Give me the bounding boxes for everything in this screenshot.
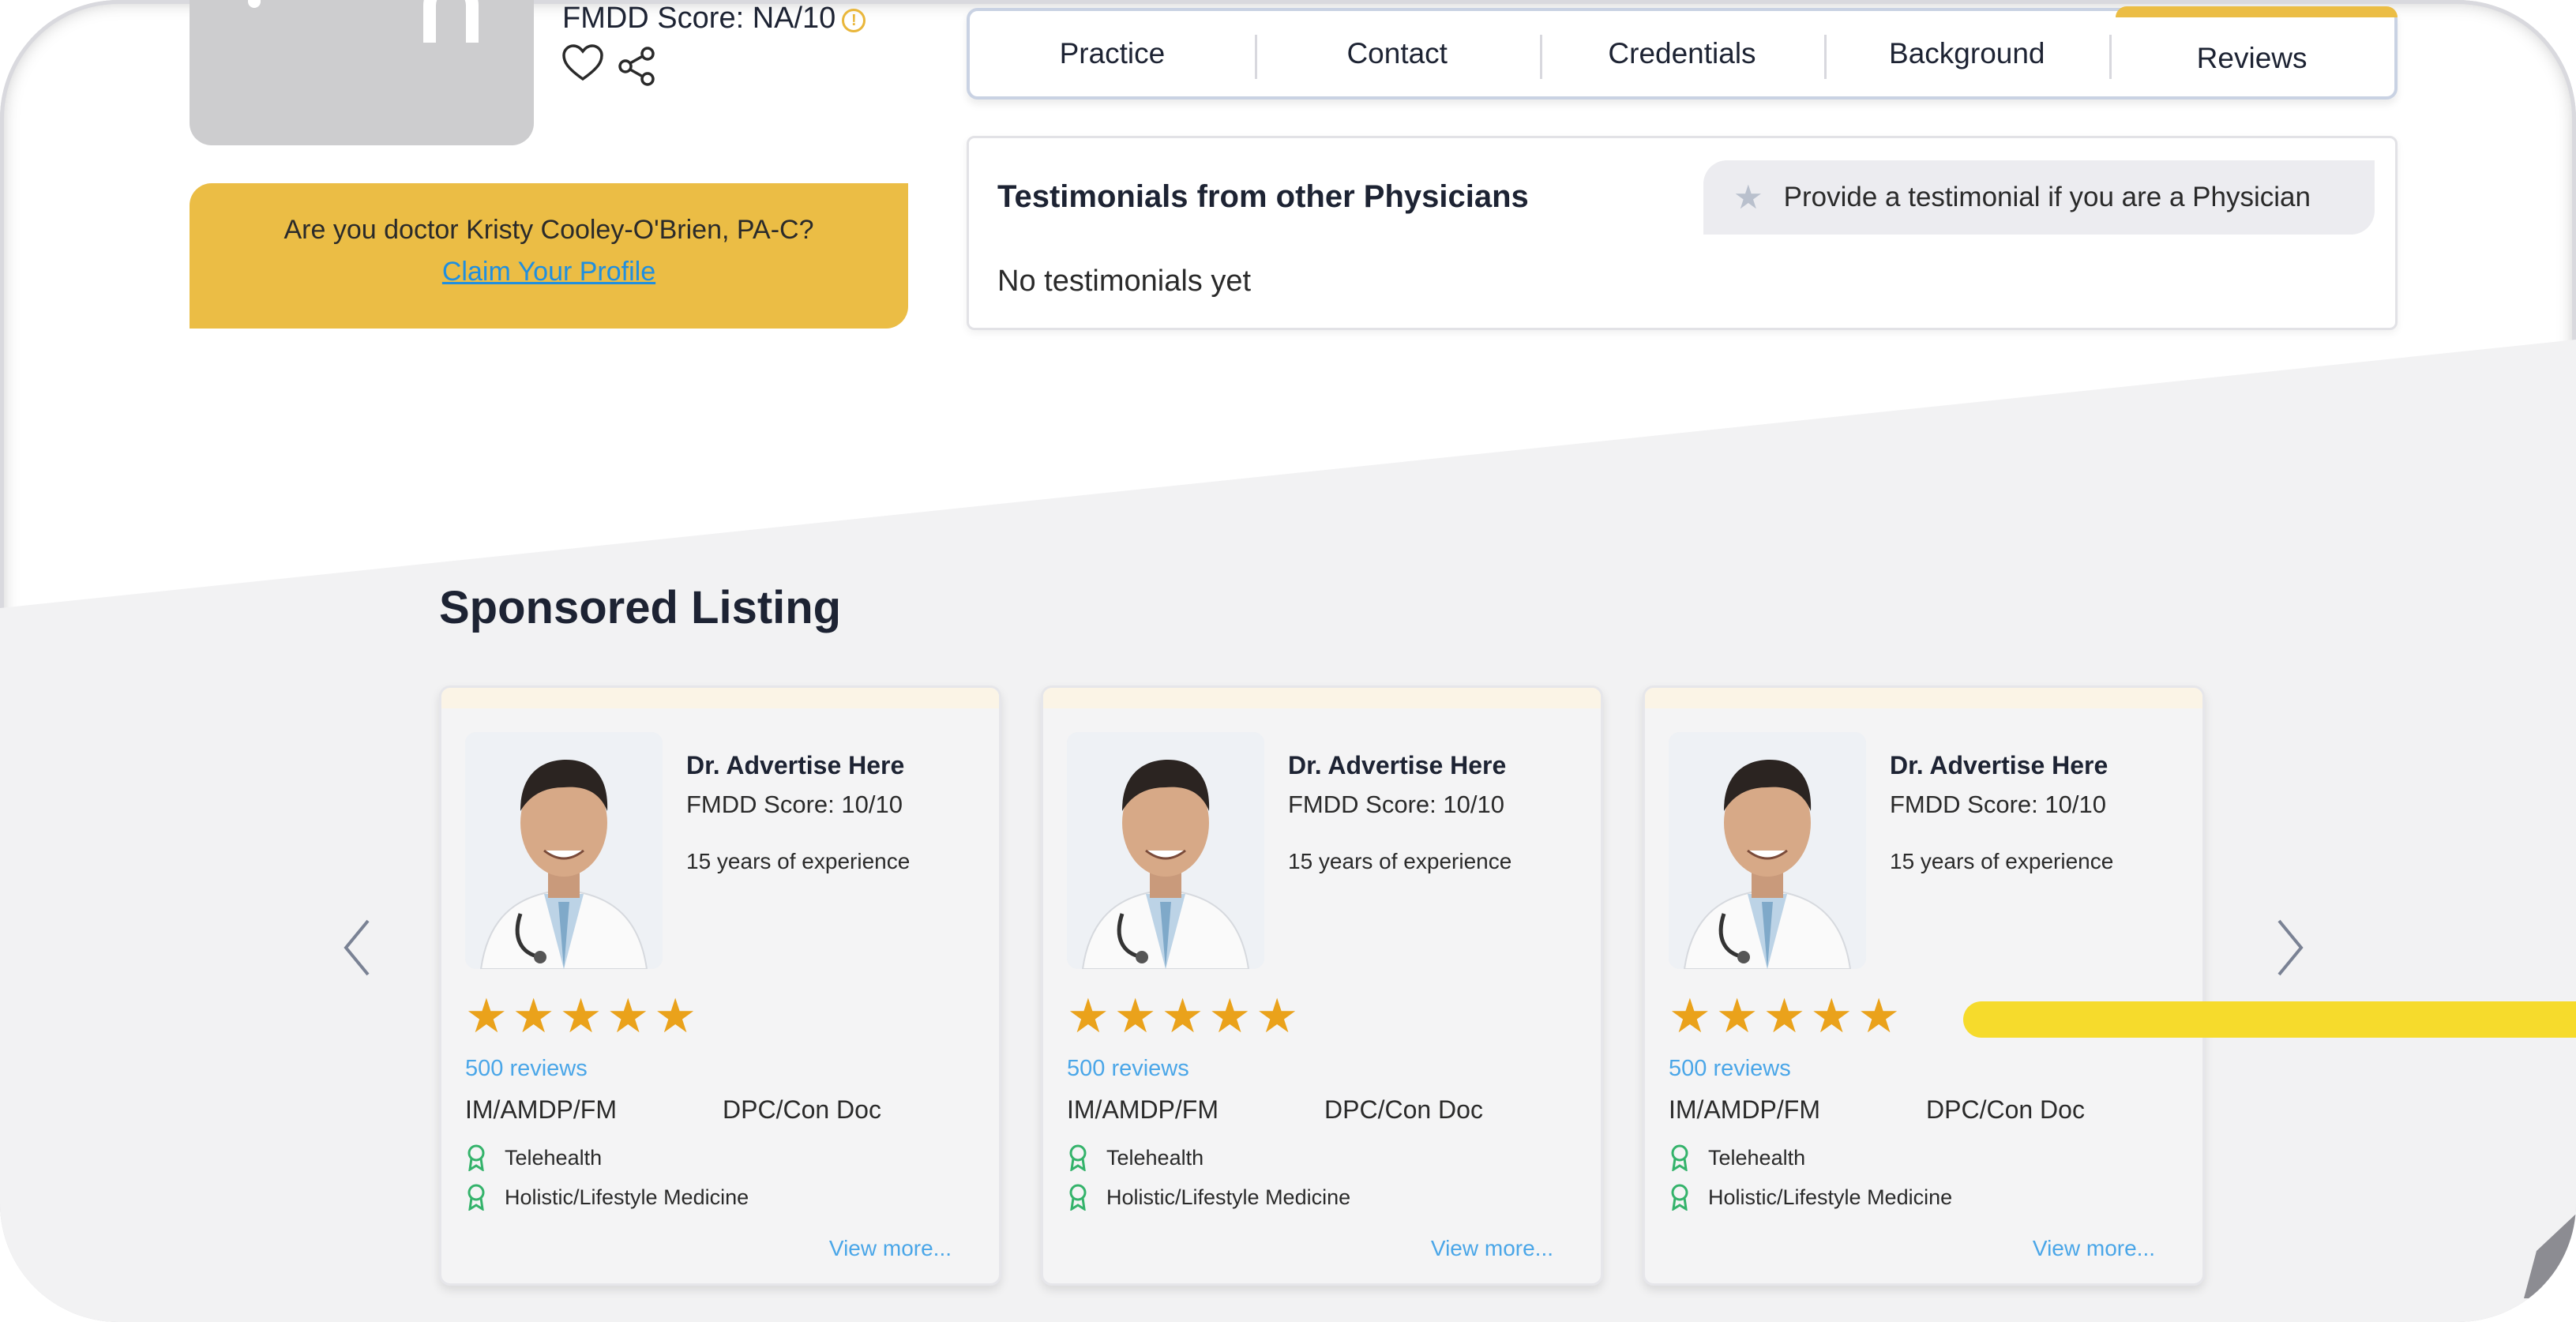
rating-stars: ★ ★ ★ ★ ★ bbox=[1669, 993, 1900, 1040]
doctor-score: FMDD Score: 10/10 bbox=[686, 791, 903, 818]
claim-profile-link[interactable]: Claim Your Profile bbox=[442, 257, 655, 287]
star-icon: ★ bbox=[1763, 990, 1806, 1042]
claim-profile-box: Are you doctor Kristy Cooley-O'Brien, PA… bbox=[190, 183, 908, 329]
star-icon: ★ bbox=[606, 990, 650, 1042]
view-more-link[interactable]: View more... bbox=[2033, 1236, 2155, 1261]
tab-contact[interactable]: Contact bbox=[1254, 11, 1540, 96]
feature-item: Telehealth bbox=[1067, 1144, 1204, 1171]
carousel-prev-arrow-icon[interactable] bbox=[341, 918, 373, 978]
reviews-link[interactable]: 500 reviews bbox=[465, 1056, 588, 1082]
award-ribbon-icon bbox=[468, 1184, 485, 1211]
screenshot-frame: FMDD Score: NA/10! Are you doctor Kristy… bbox=[0, 0, 2576, 1322]
tab-credentials[interactable]: Credentials bbox=[1539, 11, 1825, 96]
star-icon: ★ bbox=[1810, 990, 1853, 1042]
info-circle-icon[interactable]: ! bbox=[842, 9, 866, 32]
reviews-link[interactable]: 500 reviews bbox=[1669, 1056, 1791, 1082]
star-icon: ★ bbox=[512, 990, 555, 1042]
doctor-portrait-image bbox=[465, 732, 663, 969]
feature-label: Telehealth bbox=[505, 1145, 603, 1170]
reviews-link[interactable]: 500 reviews bbox=[1067, 1056, 1189, 1082]
award-ribbon-icon bbox=[1671, 1144, 1688, 1171]
doctor-experience: 15 years of experience bbox=[1890, 849, 2114, 873]
star-icon: ★ bbox=[559, 990, 603, 1042]
star-icon: ★ bbox=[1161, 990, 1204, 1042]
star-icon: ★ bbox=[1733, 178, 1763, 216]
doctor-score: FMDD Score: 10/10 bbox=[1890, 791, 2106, 818]
feature-label: Holistic/Lifestyle Medicine bbox=[1106, 1185, 1351, 1209]
avatar-placeholder-arch bbox=[423, 0, 479, 43]
avatar-placeholder-mark bbox=[248, 0, 261, 8]
sponsored-listing-title: Sponsored Listing bbox=[439, 582, 842, 633]
star-icon: ★ bbox=[1669, 990, 1711, 1042]
doctor-experience: 15 years of experience bbox=[686, 849, 911, 873]
feature-item: Holistic/Lifestyle Medicine bbox=[465, 1184, 749, 1211]
award-ribbon-icon bbox=[1069, 1184, 1087, 1211]
sponsored-card[interactable]: Dr. Advertise Here FMDD Score: 10/10 15 … bbox=[1041, 685, 1603, 1286]
sponsored-card[interactable]: Dr. Advertise Here FMDD Score: 10/10 15 … bbox=[439, 685, 1001, 1286]
doctor-photo bbox=[1067, 732, 1264, 969]
profile-score-text: FMDD Score: NA/10 bbox=[562, 2, 836, 35]
carousel-next-arrow-icon[interactable] bbox=[2274, 918, 2306, 978]
feature-item: Holistic/Lifestyle Medicine bbox=[1669, 1184, 1952, 1211]
feature-label: Telehealth bbox=[1106, 1145, 1204, 1170]
share-icon[interactable] bbox=[618, 46, 657, 87]
heart-icon[interactable] bbox=[562, 44, 603, 82]
profile-avatar-placeholder bbox=[190, 0, 534, 145]
tab-background[interactable]: Background bbox=[1824, 11, 2109, 96]
tab-reviews[interactable]: Reviews bbox=[2109, 6, 2398, 96]
star-icon: ★ bbox=[654, 990, 697, 1042]
specialty-primary: IM/AMDP/FM bbox=[465, 1095, 617, 1124]
feature-label: Holistic/Lifestyle Medicine bbox=[1708, 1185, 1953, 1209]
sponsored-card[interactable]: Dr. Advertise Here FMDD Score: 10/10 15 … bbox=[1643, 685, 2205, 1286]
specialty-secondary: DPC/Con Doc bbox=[1926, 1095, 2085, 1124]
rating-stars: ★ ★ ★ ★ ★ bbox=[1067, 993, 1298, 1040]
view-more-link[interactable]: View more... bbox=[829, 1236, 952, 1261]
specialty-primary: IM/AMDP/FM bbox=[1067, 1095, 1219, 1124]
award-ribbon-icon bbox=[1671, 1184, 1688, 1211]
award-ribbon-icon bbox=[468, 1144, 485, 1171]
specialty-primary: IM/AMDP/FM bbox=[1669, 1095, 1820, 1124]
profile-tabs: Practice Contact Credentials Background … bbox=[967, 6, 2398, 100]
doctor-experience: 15 years of experience bbox=[1288, 849, 1512, 873]
specialty-secondary: DPC/Con Doc bbox=[723, 1095, 881, 1124]
provide-testimonial-label: Provide a testimonial if you are a Physi… bbox=[1783, 182, 2311, 212]
testimonials-title: Testimonials from other Physicians bbox=[997, 179, 1529, 214]
star-icon: ★ bbox=[1067, 990, 1110, 1042]
view-more-link[interactable]: View more... bbox=[1431, 1236, 1553, 1261]
star-icon: ★ bbox=[1113, 990, 1157, 1042]
rating-stars: ★ ★ ★ ★ ★ bbox=[465, 993, 697, 1040]
award-ribbon-icon bbox=[1069, 1144, 1087, 1171]
doctor-name: Dr. Advertise Here bbox=[686, 751, 905, 779]
testimonials-empty-text: No testimonials yet bbox=[997, 265, 1252, 298]
doctor-portrait-image bbox=[1669, 732, 1866, 969]
star-icon: ★ bbox=[1256, 990, 1298, 1042]
star-icon: ★ bbox=[1715, 990, 1759, 1042]
testimonials-card: Testimonials from other Physicians ★ Pro… bbox=[967, 136, 2398, 330]
doctor-photo bbox=[1669, 732, 1866, 969]
tab-practice[interactable]: Practice bbox=[970, 11, 1255, 96]
star-icon: ★ bbox=[1857, 990, 1900, 1042]
star-icon: ★ bbox=[1208, 990, 1252, 1042]
feature-label: Holistic/Lifestyle Medicine bbox=[505, 1185, 749, 1209]
profile-score: FMDD Score: NA/10! bbox=[562, 2, 866, 36]
feature-item: Telehealth bbox=[465, 1144, 602, 1171]
doctor-name: Dr. Advertise Here bbox=[1890, 751, 2108, 779]
claim-question: Are you doctor Kristy Cooley-O'Brien, PA… bbox=[284, 215, 814, 245]
specialty-secondary: DPC/Con Doc bbox=[1324, 1095, 1483, 1124]
feature-item: Telehealth bbox=[1669, 1144, 1805, 1171]
doctor-portrait-image bbox=[1067, 732, 1264, 969]
feature-item: Holistic/Lifestyle Medicine bbox=[1067, 1184, 1350, 1211]
star-icon: ★ bbox=[465, 990, 508, 1042]
doctor-score: FMDD Score: 10/10 bbox=[1288, 791, 1504, 818]
feature-label: Telehealth bbox=[1708, 1145, 1806, 1170]
highlight-bar bbox=[1963, 1001, 2576, 1038]
provide-testimonial-button[interactable]: ★ Provide a testimonial if you are a Phy… bbox=[1703, 160, 2375, 235]
doctor-photo bbox=[465, 732, 663, 969]
doctor-name: Dr. Advertise Here bbox=[1288, 751, 1507, 779]
